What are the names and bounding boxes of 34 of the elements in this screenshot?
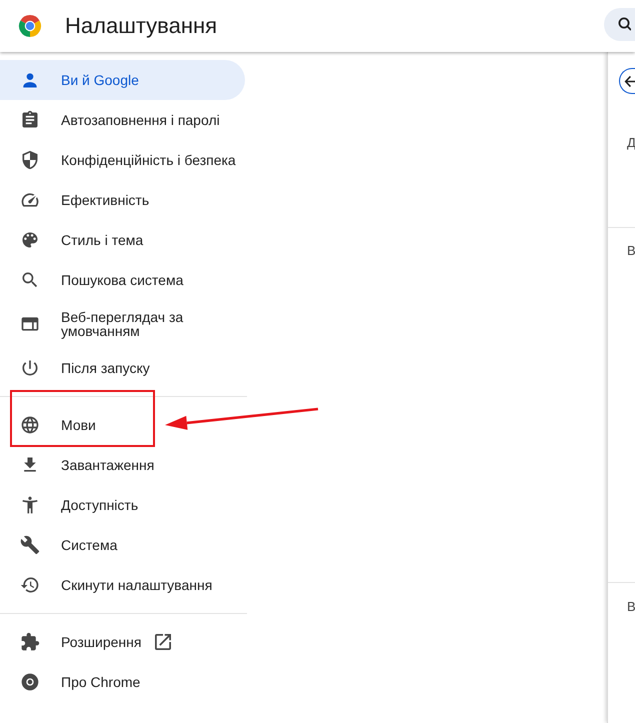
search-icon xyxy=(20,270,40,290)
globe-icon xyxy=(20,415,40,435)
sidebar-item[interactable]: Ви й Google xyxy=(0,60,245,100)
back-button[interactable] xyxy=(619,68,635,94)
sidebar-item[interactable]: Система xyxy=(0,525,245,565)
sidebar-item[interactable]: Доступність xyxy=(0,485,245,525)
window-title: Налаштування xyxy=(65,13,218,39)
circle-logo-icon xyxy=(20,672,40,692)
sidebar-item[interactable]: Завантаження xyxy=(0,445,245,485)
section-heading: В xyxy=(627,243,635,259)
palette-icon xyxy=(20,230,40,250)
sidebar-item[interactable]: Розширення xyxy=(0,622,245,662)
sidebar-item[interactable]: Автозаповнення і паролі xyxy=(0,100,245,140)
search-field[interactable] xyxy=(604,8,635,40)
sidebar-item[interactable]: Веб-переглядач за умовчанням xyxy=(0,300,245,348)
accessibility-icon xyxy=(20,495,40,515)
search-icon xyxy=(617,16,631,32)
clipboard-icon xyxy=(20,110,40,130)
sidebar-item[interactable]: Після запуску xyxy=(0,348,245,388)
power-icon xyxy=(20,358,40,378)
section-heading: В xyxy=(627,599,635,615)
history-icon xyxy=(20,575,40,595)
sidebar-item[interactable]: Про Chrome xyxy=(0,662,245,702)
puzzle-icon xyxy=(20,632,40,652)
app-logo-icon xyxy=(18,14,42,38)
sidebar-item[interactable]: Конфіденційність і безпека xyxy=(0,140,245,180)
shield-icon xyxy=(20,150,40,170)
arrow-left-icon xyxy=(624,74,635,88)
sidebar-item[interactable]: Стиль і тема xyxy=(0,220,245,260)
sidebar-item[interactable]: Пошукова система xyxy=(0,260,245,300)
sidebar-item[interactable]: Мови xyxy=(0,405,245,445)
wrench-icon xyxy=(20,535,40,555)
sidebar-item[interactable]: Скинути налаштування xyxy=(0,565,245,605)
sidebar-item[interactable]: Ефективність xyxy=(0,180,245,220)
